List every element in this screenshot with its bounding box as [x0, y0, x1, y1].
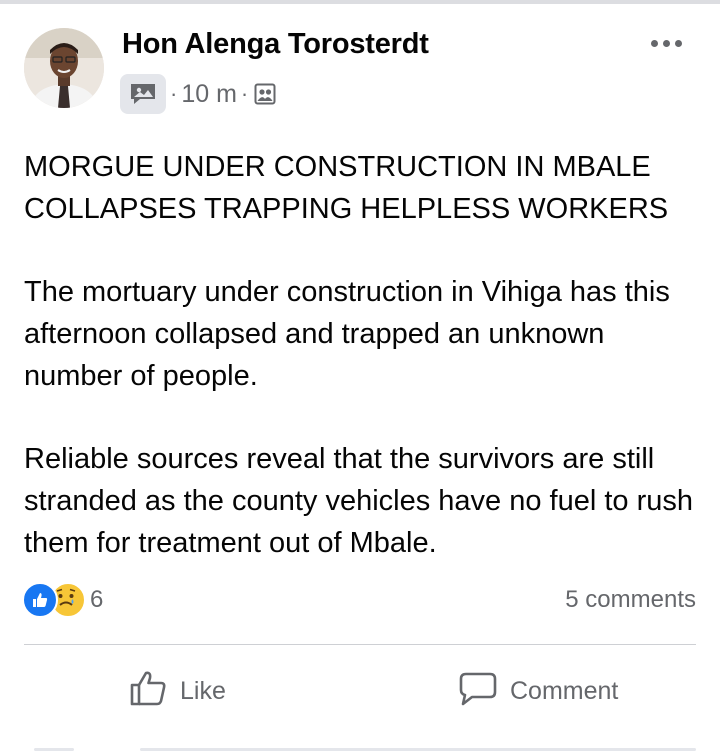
comments-count[interactable]: 5 comments — [565, 586, 696, 614]
like-label: Like — [180, 676, 226, 705]
comment-label: Comment — [510, 676, 619, 705]
thumbs-up-icon — [128, 668, 168, 715]
post-meta: · 10 m · — [120, 74, 278, 114]
post-body: MORGUE UNDER CONSTRUCTION IN MBALE COLLA… — [24, 146, 704, 605]
group-audience-icon — [254, 82, 278, 106]
actions-divider — [24, 644, 696, 645]
group-post-icon[interactable] — [120, 74, 166, 114]
avatar-photo — [24, 28, 104, 108]
next-post-edge — [0, 744, 720, 751]
comment-button[interactable]: Comment — [458, 666, 618, 716]
reaction-summary[interactable]: 6 — [22, 582, 103, 618]
post-time[interactable]: 10 m — [181, 80, 237, 109]
author-name[interactable]: Hon Alenga Torosterdt — [122, 28, 429, 61]
post-headline: MORGUE UNDER CONSTRUCTION IN MBALE COLLA… — [24, 151, 669, 225]
more-options-icon[interactable] — [644, 28, 688, 58]
post-paragraph: The mortuary under construction in Vihig… — [24, 276, 670, 392]
reaction-count: 6 — [90, 586, 104, 613]
meta-separator: · — [240, 81, 249, 106]
top-divider — [0, 0, 720, 4]
thumbs-up-reaction-icon — [22, 582, 58, 618]
comment-bubble-icon — [458, 668, 498, 715]
post-paragraph: Reliable sources reveal that the survivo… — [24, 443, 694, 559]
author-avatar[interactable] — [24, 28, 104, 108]
like-button[interactable]: Like — [128, 666, 226, 716]
meta-separator: · — [170, 81, 178, 106]
